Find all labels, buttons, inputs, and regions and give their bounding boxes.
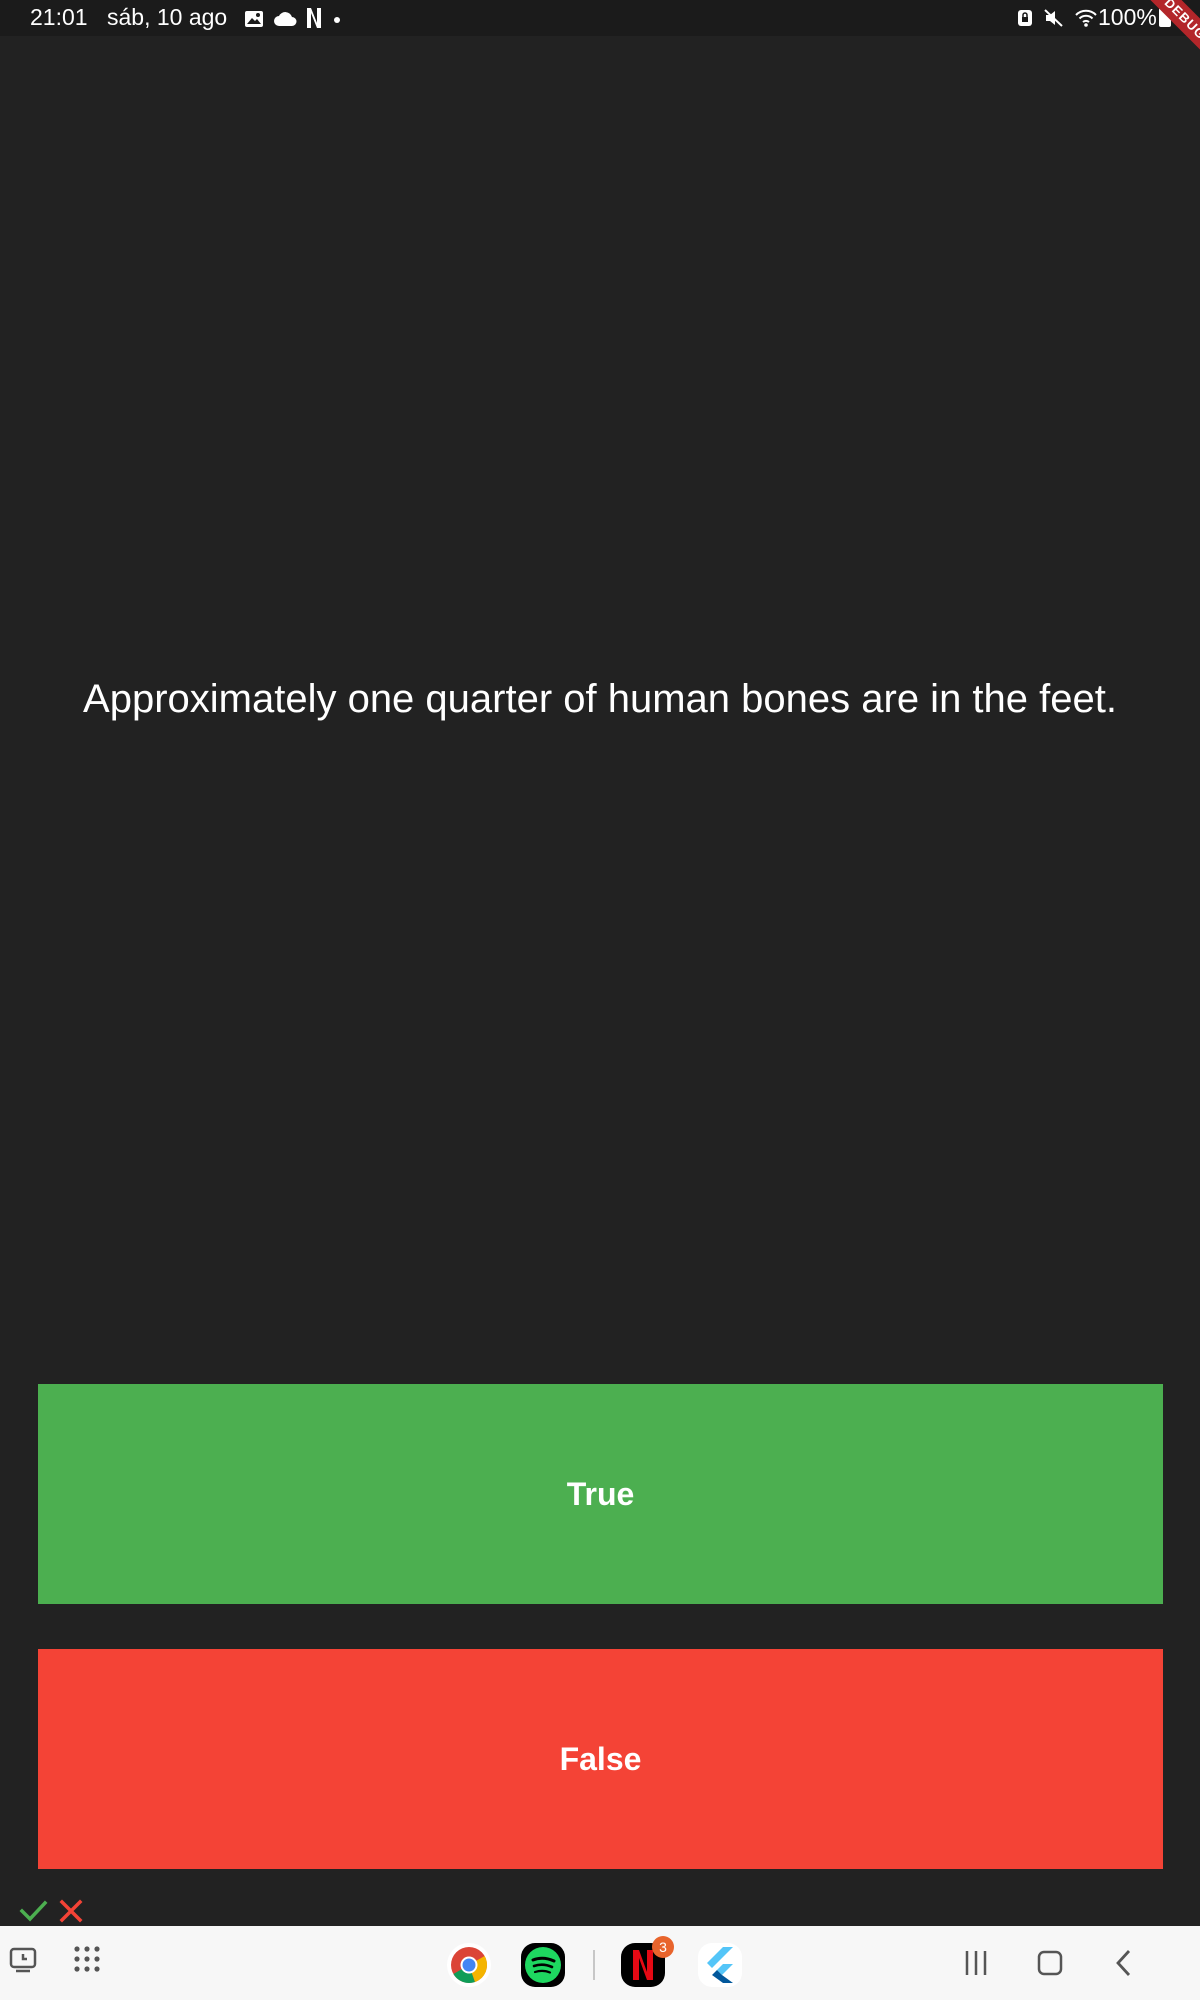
true-button-label: True <box>566 1475 635 1512</box>
notification-icons <box>244 7 343 35</box>
navigation-bar: 3 <box>0 1926 1200 2000</box>
app-screen: 21:01 sáb, 10 ago 100% DEBUG Approximate… <box>0 0 1200 2000</box>
battery-percentage: 100% <box>1098 4 1157 30</box>
home-button[interactable] <box>1036 1948 1064 1978</box>
back-button[interactable] <box>1110 1948 1138 1978</box>
lock-rotation-icon <box>1016 7 1034 34</box>
recent-apps-icon[interactable] <box>8 1944 40 1976</box>
true-button[interactable]: True <box>38 1384 1163 1604</box>
wifi-icon <box>1074 7 1098 34</box>
recents-button[interactable] <box>962 1948 990 1978</box>
false-button[interactable]: False <box>38 1649 1163 1869</box>
mute-icon <box>1043 7 1065 34</box>
system-status-icons <box>1016 7 1098 34</box>
question-text: Approximately one quarter of human bones… <box>83 677 1117 721</box>
spotify-icon[interactable] <box>521 1943 565 1987</box>
netflix-notification-icon <box>306 7 322 35</box>
dot-icon <box>331 8 343 35</box>
status-date: sáb, 10 ago <box>107 4 228 30</box>
status-bar: 21:01 sáb, 10 ago 100% <box>0 0 1200 36</box>
flutter-icon[interactable] <box>698 1943 742 1987</box>
app-drawer-icon[interactable] <box>72 1944 102 1974</box>
status-time: 21:01 <box>30 4 88 30</box>
netflix-badge: 3 <box>652 1936 674 1958</box>
false-button-label: False <box>559 1740 642 1777</box>
gallery-icon <box>244 8 264 35</box>
cloud-icon <box>273 8 297 35</box>
chrome-icon[interactable] <box>447 1943 491 1987</box>
dock-divider <box>593 1950 595 1980</box>
